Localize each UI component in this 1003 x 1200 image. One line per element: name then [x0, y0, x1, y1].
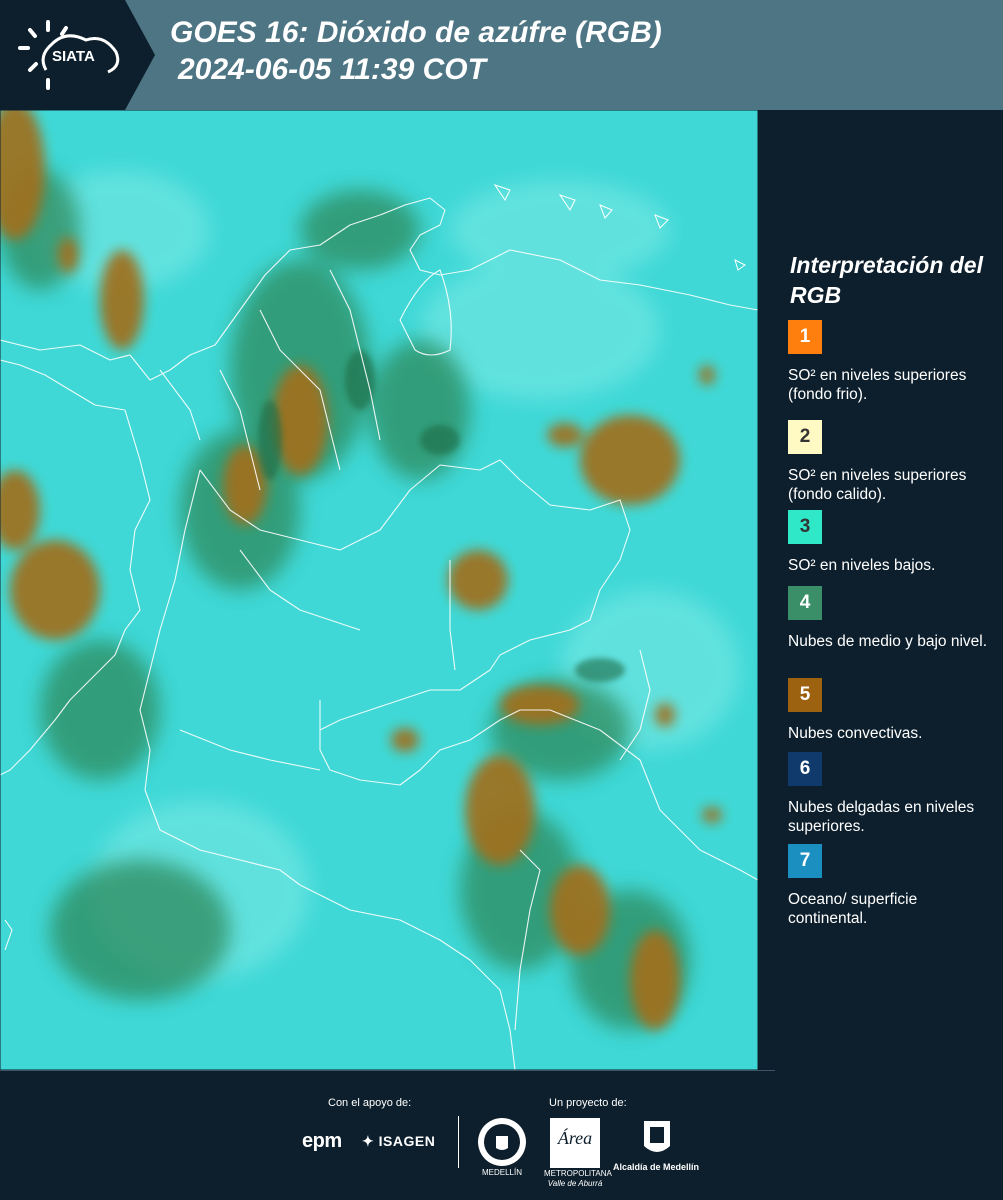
page-title: GOES 16: Dióxido de azúfre (RGB) 2024-06…	[170, 14, 662, 88]
footer: Con el apoyo de: Un proyecto de: epm ✦ I…	[0, 1070, 1003, 1200]
medellin-seal-icon	[478, 1118, 526, 1166]
area-sub-1: METROPOLITANA	[544, 1169, 612, 1178]
area-sub-2: Valle de Aburrá	[547, 1179, 603, 1188]
legend-desc-3: SO² en niveles bajos.	[788, 557, 936, 574]
header-bar: SIATA GOES 16: Dióxido de azúfre (RGB) 2…	[0, 0, 1003, 110]
isagen-text: ISAGEN	[378, 1133, 436, 1149]
legend-swatch-6: 6	[788, 752, 822, 786]
legend-desc-5: Nubes convectivas.	[788, 725, 923, 742]
footer-divider	[458, 1116, 459, 1168]
legend-swatch-3: 3	[788, 510, 822, 544]
legend-item-3: 3 SO² en niveles bajos.	[788, 510, 993, 575]
legend-item-1: 1 SO² en niveles superiores (fondo frio)…	[788, 320, 993, 404]
medellin-seal-text: MEDELLÍN	[481, 1168, 522, 1177]
legend-item-7: 7 Oceano/ superficie continental.	[788, 844, 993, 928]
alcaldia-shield-icon	[644, 1121, 670, 1152]
legend-desc-7: Oceano/ superficie continental.	[788, 891, 918, 927]
legend-panel: Interpretación del RGB 1 SO² en niveles …	[758, 110, 1003, 1070]
siata-logo: SIATA	[0, 0, 155, 110]
legend-desc-6: Nubes delgadas en niveles superiores.	[788, 799, 975, 835]
project-label: Un proyecto de:	[549, 1097, 627, 1109]
legend-item-6: 6 Nubes delgadas en niveles superiores.	[788, 752, 993, 836]
isagen-icon: ✦	[362, 1133, 375, 1149]
area-logo-text: Área	[557, 1128, 593, 1148]
legend-item-5: 5 Nubes convectivas.	[788, 678, 993, 743]
footer-divider-line	[0, 1070, 775, 1071]
logo-text: SIATA	[52, 48, 95, 65]
legend-item-4: 4 Nubes de medio y bajo nivel.	[788, 586, 993, 651]
legend-swatch-5: 5	[788, 678, 822, 712]
legend-desc-1: SO² en niveles superiores (fondo frio).	[788, 367, 967, 403]
legend-swatch-2: 2	[788, 420, 822, 454]
support-label: Con el apoyo de:	[328, 1097, 412, 1109]
legend-item-2: 2 SO² en niveles superiores (fondo calid…	[788, 420, 993, 504]
legend-swatch-1: 1	[788, 320, 822, 354]
title-line-1: GOES 16: Dióxido de azúfre (RGB)	[170, 16, 662, 49]
area-metropolitana-logo: Área	[550, 1118, 600, 1168]
satellite-map	[0, 110, 758, 1070]
legend-swatch-7: 7	[788, 844, 822, 878]
legend-desc-4: Nubes de medio y bajo nivel.	[788, 633, 988, 650]
legend-desc-2: SO² en niveles superiores (fondo calido)…	[788, 467, 967, 503]
legend-title: Interpretación del RGB	[790, 252, 983, 308]
title-line-2: 2024-06-05 11:39 COT	[178, 53, 486, 86]
legend-swatch-4: 4	[788, 586, 822, 620]
isagen-logo: ✦ ISAGEN	[362, 1133, 435, 1150]
alcaldia-text: Alcaldía de Medellín	[612, 1162, 700, 1172]
epm-logo: epm	[302, 1130, 342, 1152]
